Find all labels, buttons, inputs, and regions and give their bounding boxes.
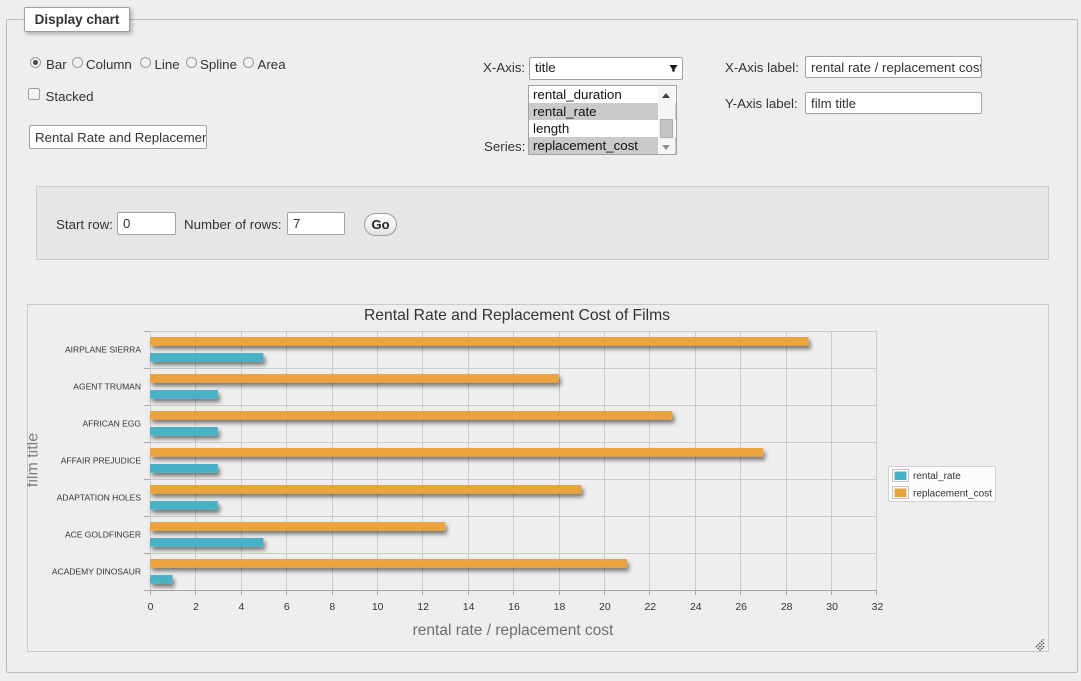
svg-text:0: 0 [148,601,154,613]
svg-text:22: 22 [644,601,656,613]
svg-text:32: 32 [872,601,884,613]
svg-text:12: 12 [417,601,429,613]
svg-text:ACE GOLDFINGER: ACE GOLDFINGER [65,530,141,540]
svg-text:rental rate / replacement cost: rental rate / replacement cost [413,622,614,639]
svg-text:AGENT TRUMAN: AGENT TRUMAN [73,382,141,392]
svg-text:replacement_cost: replacement_cost [913,488,992,499]
svg-text:16: 16 [508,601,520,613]
svg-text:14: 14 [463,601,475,613]
svg-text:24: 24 [690,601,702,613]
svg-text:18: 18 [554,601,566,613]
svg-text:AIRPLANE SIERRA: AIRPLANE SIERRA [65,345,141,355]
svg-text:ACADEMY DINOSAUR: ACADEMY DINOSAUR [52,567,141,577]
svg-text:Rental Rate and Replacement Co: Rental Rate and Replacement Cost of Film… [364,307,670,324]
svg-text:AFRICAN EGG: AFRICAN EGG [82,419,141,429]
svg-text:8: 8 [329,601,335,613]
svg-text:28: 28 [781,601,793,613]
svg-text:26: 26 [735,601,747,613]
svg-text:20: 20 [599,601,611,613]
svg-text:2: 2 [193,601,199,613]
svg-text:30: 30 [826,601,838,613]
svg-text:film title: film title [27,433,42,487]
svg-text:AFFAIR PREJUDICE: AFFAIR PREJUDICE [61,456,142,466]
svg-text:6: 6 [284,601,290,613]
svg-text:rental_rate: rental_rate [913,471,961,482]
svg-text:ADAPTATION HOLES: ADAPTATION HOLES [57,493,142,503]
svg-text:4: 4 [238,601,244,613]
svg-text:10: 10 [372,601,384,613]
